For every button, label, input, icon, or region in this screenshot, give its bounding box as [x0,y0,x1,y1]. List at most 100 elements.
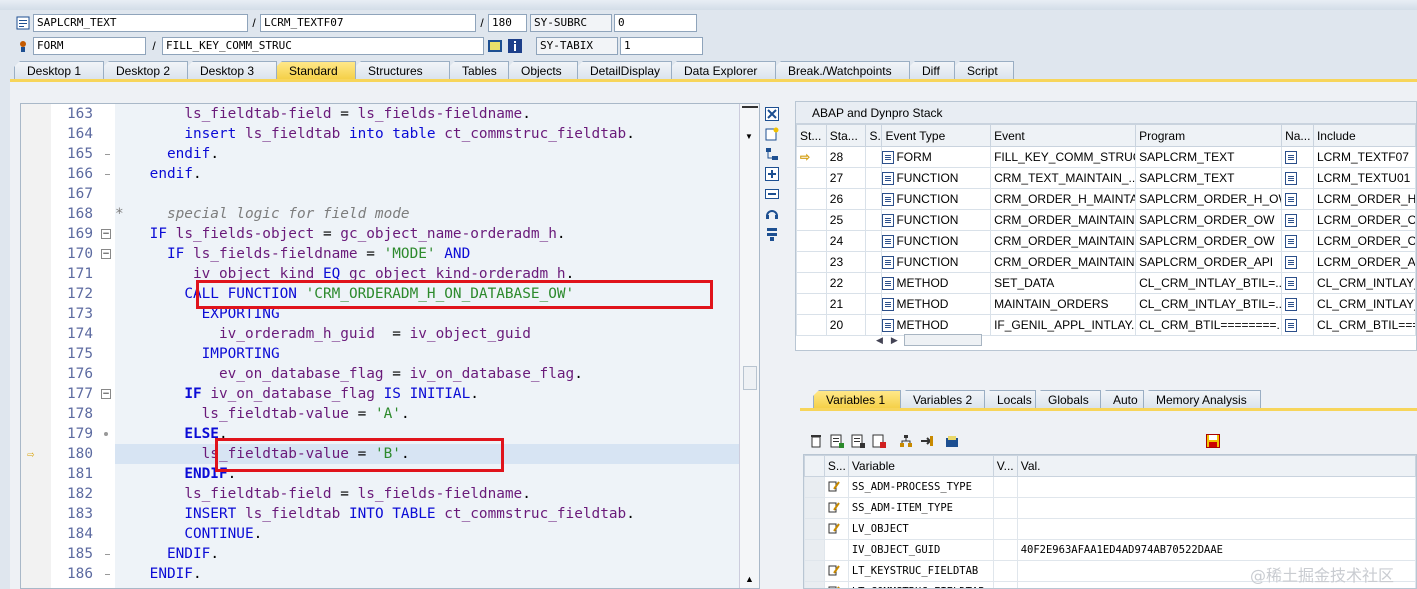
var-tab-memory-analysis[interactable]: Memory Analysis [1143,390,1261,409]
navigate-icon[interactable] [1285,214,1298,228]
stack-col-header[interactable]: Na... [1281,124,1314,147]
line-field[interactable]: 180 [488,14,527,32]
var-col-header[interactable]: Val. [1016,455,1416,477]
code-line[interactable]: 184 CONTINUE. [21,524,739,544]
scroll-down-small-arrow[interactable]: ▼ [745,132,753,141]
hierarchy-icon[interactable] [898,433,914,449]
edit-value-icon[interactable] [828,501,840,513]
editor-scrollbar[interactable]: ▼ ▲ [739,104,759,588]
stack-col-header[interactable]: Program [1135,124,1283,147]
variable-value[interactable] [1016,497,1416,519]
var-tab-locals[interactable]: Locals [984,390,1036,409]
variable-name[interactable]: IV_OBJECT_GUID [847,539,994,561]
stack-row[interactable]: 25 FUNCTION CRM_ORDER_MAINTAIN... SAPLCRM_O… [796,209,1417,231]
var-tab-variables-1[interactable]: Variables 1 [813,390,901,409]
stack-row[interactable]: ⇨ 28 FORM FILL_KEY_COMM_STRUC SAPLCRM_TEXT LC… [796,146,1417,168]
variable-row[interactable]: SS_ADM-ITEM_TYPE [804,497,1416,519]
scroll-thumb[interactable] [743,366,757,390]
stack-row[interactable]: 27 FUNCTION CRM_TEXT_MAINTAIN_... SAPLCRM_T… [796,167,1417,189]
code-line[interactable]: 177− IF iv_on_database_flag IS INITIAL. [21,384,739,404]
code-line[interactable]: 163 ls_fieldtab-field = ls_fields-fieldn… [21,104,739,124]
tab-objects[interactable]: Objects [508,61,578,80]
fold-marker-icon[interactable]: − [101,389,111,399]
tab-desktop-3[interactable]: Desktop 3 [187,61,277,80]
navigate-icon[interactable] [1285,151,1298,165]
navigate-icon[interactable] [1285,172,1298,186]
navigate-icon[interactable] [1285,298,1298,312]
include-field[interactable]: LCRM_TEXTF07 [260,14,476,32]
folder-icon[interactable] [944,433,960,449]
edit-value-icon[interactable] [828,564,840,576]
structure-icon[interactable] [488,39,502,53]
variable-value[interactable] [1016,476,1416,498]
variable-name[interactable]: LV_OBJECT [847,518,994,540]
code-line[interactable]: 166 endif. [21,164,739,184]
code-line[interactable]: 170− IF ls_fields-fieldname = 'MODE' AND [21,244,739,264]
row-selector[interactable] [804,476,825,498]
delete-icon[interactable] [808,433,824,449]
code-line[interactable]: 164 insert ls_fieldtab into table ct_com… [21,124,739,144]
stack-col-header[interactable]: Event Type [881,124,992,147]
code-line[interactable]: 165 endif. [21,144,739,164]
tab-standard[interactable]: Standard [276,61,356,80]
new-document-icon[interactable] [764,126,780,142]
code-line[interactable]: 176 ev_on_database_flag = iv_on_database… [21,364,739,384]
sysfield-value[interactable]: 1 [620,37,703,55]
var-tab-auto[interactable]: Auto [1100,390,1144,409]
variable-row[interactable]: IV_OBJECT_GUID 40F2E963AFAA1ED4AD974AB705… [804,539,1416,561]
hscroll-thumb[interactable] [903,334,982,346]
var-col-header[interactable] [804,455,825,477]
var-col-header[interactable]: S... [823,455,849,477]
variable-row[interactable]: LV_OBJECT [804,518,1416,540]
tab-script[interactable]: Script [954,61,1014,80]
program-field[interactable]: SAPLCRM_TEXT [33,14,248,32]
row-selector[interactable] [804,560,825,582]
code-line[interactable]: 182 ls_fieldtab-field = ls_fields-fieldn… [21,484,739,504]
tab-desktop-1[interactable]: Desktop 1 [14,61,104,80]
code-line[interactable]: 175 IMPORTING [21,344,739,364]
variable-row[interactable]: SS_ADM-PROCESS_TYPE [804,476,1416,498]
variable-name[interactable]: LT_KEYSTRUC_FIELDTAB [847,560,994,582]
row-selector[interactable] [804,497,825,519]
var-tab-variables-2[interactable]: Variables 2 [900,390,985,409]
source-editor[interactable]: 163 ls_fieldtab-field = ls_fields-fieldn… [20,103,760,589]
event-type-field[interactable]: FORM [33,37,146,55]
stack-col-header[interactable]: S... [865,124,883,147]
stack-col-header[interactable]: St... [796,124,827,147]
list-icon[interactable] [850,433,866,449]
stack-row[interactable]: 26 FUNCTION CRM_ORDER_H_MAINTA... SAPLCRM_O… [796,188,1417,210]
tree-icon[interactable] [764,146,780,162]
code-line[interactable]: 169− IF ls_fields-object = gc_object_nam… [21,224,739,244]
navigate-icon[interactable] [1285,193,1298,207]
stack-row[interactable]: 23 FUNCTION CRM_ORDER_MAINTAIN SAPLCRM_ORDE… [796,251,1417,273]
fold-marker-icon[interactable]: − [101,229,111,239]
scroll-right-arrow[interactable]: ▶ [891,335,898,346]
code-line[interactable]: 174 iv_orderadm_h_guid = iv_object_guid [21,324,739,344]
edit-value-icon[interactable] [828,585,840,589]
navigate-icon[interactable] [919,433,935,449]
settings-icon[interactable] [764,226,780,242]
edit-value-icon[interactable] [828,522,840,534]
var-tab-globals[interactable]: Globals [1035,390,1101,409]
code-line[interactable]: 167 [21,184,739,204]
variable-name[interactable]: SS_ADM-PROCESS_TYPE [847,476,994,498]
tab-structures[interactable]: Structures [355,61,450,80]
row-selector[interactable] [804,539,825,561]
tab-break-watchpoints[interactable]: Break./Watchpoints [775,61,910,80]
stack-row[interactable]: 21 METHOD MAINTAIN_ORDERS CL_CRM_INTLAY_BTI… [796,293,1417,315]
variable-value[interactable] [1016,518,1416,540]
select-all-icon[interactable] [829,433,845,449]
resize-icon[interactable] [764,186,780,202]
code-line[interactable]: 185 ENDIF. [21,544,739,564]
stack-col-header[interactable]: Event [990,124,1137,147]
row-selector[interactable] [804,581,825,588]
event-name-field[interactable]: FILL_KEY_COMM_STRUC [162,37,484,55]
variable-value[interactable]: 40F2E963AFAA1ED4AD974AB70522DAAE [1016,539,1416,561]
navigate-icon[interactable] [1285,256,1298,270]
stack-col-header[interactable]: Sta... [825,124,867,147]
expand-icon[interactable] [764,166,780,182]
tab-desktop-2[interactable]: Desktop 2 [103,61,188,80]
navigate-icon[interactable] [1285,319,1298,333]
fold-marker-icon[interactable]: − [101,249,111,259]
scroll-left-arrow[interactable]: ◀ [876,335,883,346]
